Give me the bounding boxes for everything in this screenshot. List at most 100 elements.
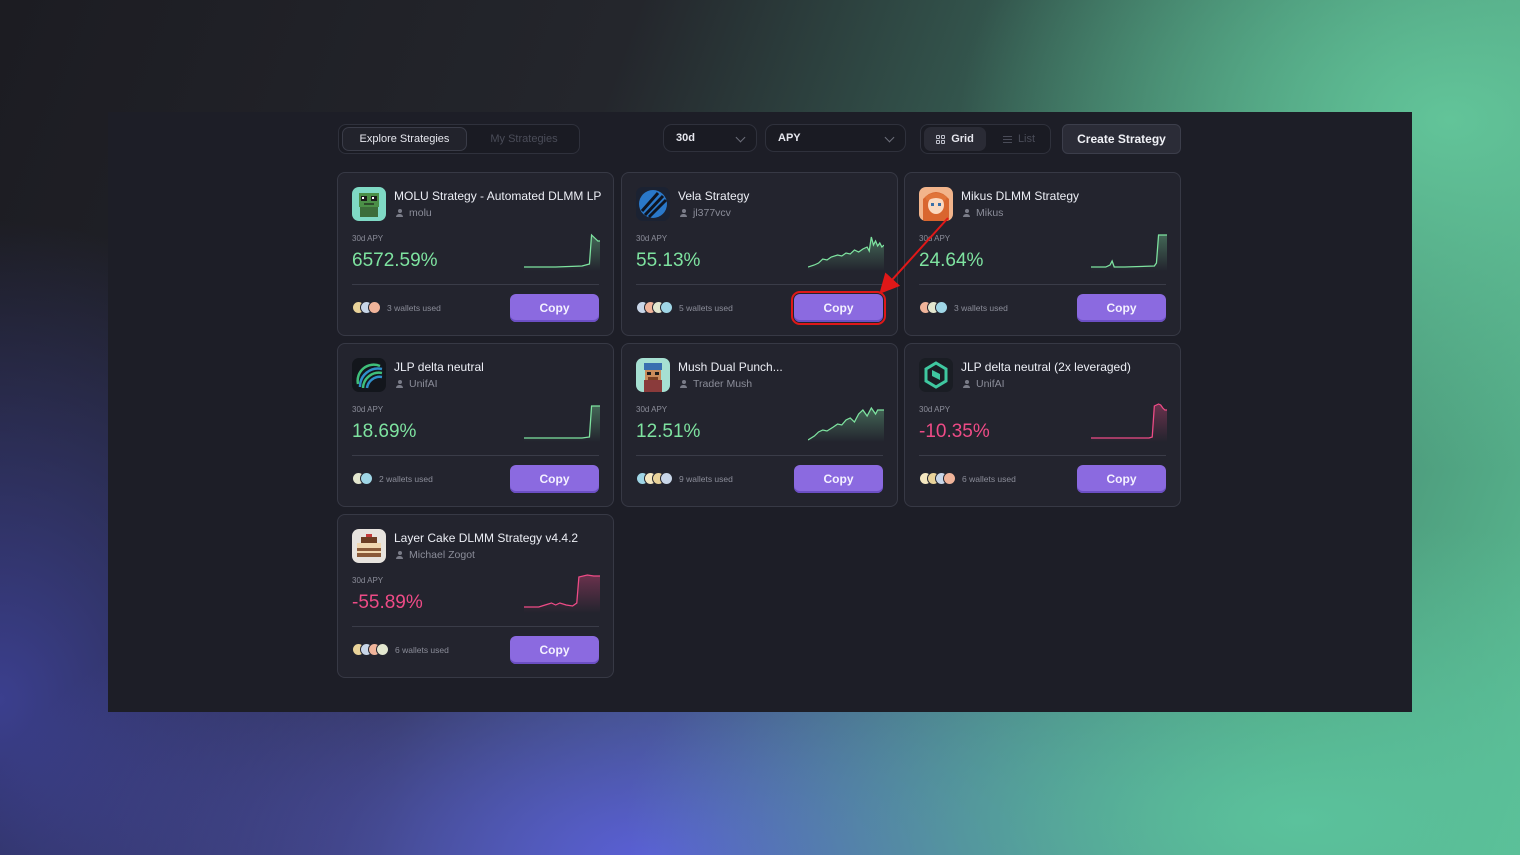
apy-sparkline <box>1091 402 1167 442</box>
pixel-character-icon <box>636 358 670 392</box>
apy-value: 18.69% <box>352 421 417 442</box>
anime-girl-icon <box>919 187 953 221</box>
strategy-card[interactable]: MOLU Strategy - Automated DLMM LP molu 30d… <box>337 172 614 336</box>
copy-button[interactable]: Copy <box>794 465 883 493</box>
list-view-button[interactable]: List <box>989 127 1049 151</box>
wallets-used: 3 wallets used <box>919 301 1008 314</box>
author-name: UnifAI <box>409 378 438 390</box>
card-divider <box>352 626 599 627</box>
user-icon <box>396 380 403 388</box>
strategy-name[interactable]: JLP delta neutral (2x leveraged) <box>961 360 1131 374</box>
strategy-author: UnifAI <box>396 378 438 390</box>
grid-view-button[interactable]: Grid <box>924 127 986 151</box>
wallets-used-label: 6 wallets used <box>962 473 1016 484</box>
strategy-author: molu <box>396 207 432 219</box>
user-icon <box>680 209 687 217</box>
wallet-avatar <box>943 472 956 485</box>
apy-sparkline <box>524 402 600 442</box>
strategy-name[interactable]: Mikus DLMM Strategy <box>961 189 1079 203</box>
apy-sparkline <box>807 402 884 442</box>
wallet-avatar <box>376 643 389 656</box>
copy-button[interactable]: Copy <box>510 636 599 664</box>
apy-value: 6572.59% <box>352 250 438 271</box>
chevron-down-icon <box>884 132 895 143</box>
sort-select-value: APY <box>778 132 801 144</box>
strategy-card[interactable]: JLP delta neutral (2x leveraged) UnifAI 30… <box>904 343 1181 507</box>
list-view-label: List <box>1017 133 1036 145</box>
copy-button[interactable]: Copy <box>510 465 599 493</box>
strategy-author: Michael Zogot <box>396 549 475 561</box>
user-icon <box>396 551 403 559</box>
tab-my-strategies[interactable]: My Strategies <box>471 127 577 151</box>
copy-button[interactable]: Copy <box>1077 294 1166 322</box>
apy-sparkline <box>524 573 600 613</box>
apy-value: 55.13% <box>636 250 701 271</box>
cake-icon <box>352 529 386 563</box>
author-name: UnifAI <box>976 378 1005 390</box>
apy-value: 24.64% <box>919 250 984 271</box>
hexagon-logo-icon <box>919 358 953 392</box>
card-divider <box>636 455 883 456</box>
copy-button[interactable]: Copy <box>510 294 599 322</box>
author-name: Trader Mush <box>693 378 753 390</box>
apy-label: 30d APY <box>919 234 951 243</box>
strategy-name[interactable]: MOLU Strategy - Automated DLMM LP <box>394 189 601 203</box>
strategy-card[interactable]: Mush Dual Punch... Trader Mush 30d APY 12.5… <box>621 343 898 507</box>
strategy-author: jl377vcv <box>680 207 731 219</box>
user-icon <box>396 209 403 217</box>
card-divider <box>919 284 1166 285</box>
strategy-card[interactable]: Vela Strategy jl377vcv 30d APY 55.13% 5 wall… <box>621 172 898 336</box>
apy-label: 30d APY <box>352 234 384 243</box>
tab-explore-strategies[interactable]: Explore Strategies <box>342 127 467 151</box>
wallets-used-label: 3 wallets used <box>954 302 1008 313</box>
copy-button[interactable]: Copy <box>1077 465 1166 493</box>
strategy-name[interactable]: Mush Dual Punch... <box>678 360 783 374</box>
wallets-used-label: 5 wallets used <box>679 302 733 313</box>
wallets-used-label: 2 wallets used <box>379 473 433 484</box>
strategies-app: Explore Strategies My Strategies 30d APY… <box>108 112 1412 712</box>
wallets-used: 5 wallets used <box>636 301 733 314</box>
period-select[interactable]: 30d <box>663 124 757 152</box>
apy-label: 30d APY <box>919 405 951 414</box>
author-name: Michael Zogot <box>409 549 475 561</box>
wallets-used-label: 3 wallets used <box>387 302 441 313</box>
wallet-avatar <box>368 301 381 314</box>
user-icon <box>680 380 687 388</box>
strategy-name[interactable]: JLP delta neutral <box>394 360 484 374</box>
sort-select[interactable]: APY <box>765 124 906 152</box>
user-icon <box>963 209 970 217</box>
card-divider <box>352 455 599 456</box>
author-name: jl377vcv <box>693 207 731 219</box>
view-toggle: Grid List <box>920 124 1051 154</box>
wallets-used: 2 wallets used <box>352 472 433 485</box>
pixel-frog-icon <box>352 187 386 221</box>
wallets-used: 6 wallets used <box>352 643 449 656</box>
apy-label: 30d APY <box>636 405 668 414</box>
strategy-card[interactable]: Layer Cake DLMM Strategy v4.4.2 Michael Z… <box>337 514 614 678</box>
card-divider <box>352 284 599 285</box>
list-icon <box>1002 135 1012 143</box>
apy-label: 30d APY <box>636 234 668 243</box>
wallets-used: 9 wallets used <box>636 472 733 485</box>
strategy-author: Mikus <box>963 207 1003 219</box>
apy-sparkline <box>524 231 600 271</box>
apy-value: -55.89% <box>352 592 423 613</box>
period-select-value: 30d <box>676 132 695 144</box>
strategy-card[interactable]: Mikus DLMM Strategy Mikus 30d APY 24.64% 3 w… <box>904 172 1181 336</box>
wallets-used: 6 wallets used <box>919 472 1016 485</box>
strategy-author: Trader Mush <box>680 378 752 390</box>
strategy-card[interactable]: JLP delta neutral UnifAI 30d APY 18.69% 2 wa… <box>337 343 614 507</box>
create-strategy-button[interactable]: Create Strategy <box>1062 124 1181 154</box>
strategy-name[interactable]: Vela Strategy <box>678 189 749 203</box>
apy-sparkline <box>807 231 885 271</box>
grid-icon <box>936 134 946 144</box>
wallet-avatar <box>360 472 373 485</box>
toolbar: Explore Strategies My Strategies 30d APY… <box>338 124 1182 154</box>
apy-value: 12.51% <box>636 421 701 442</box>
wallet-avatar <box>935 301 948 314</box>
copy-button[interactable]: Copy <box>791 291 886 325</box>
apy-label: 30d APY <box>352 576 384 585</box>
strategy-tabs: Explore Strategies My Strategies <box>338 124 580 154</box>
wallets-used: 3 wallets used <box>352 301 441 314</box>
strategy-name[interactable]: Layer Cake DLMM Strategy v4.4.2 <box>394 531 578 545</box>
